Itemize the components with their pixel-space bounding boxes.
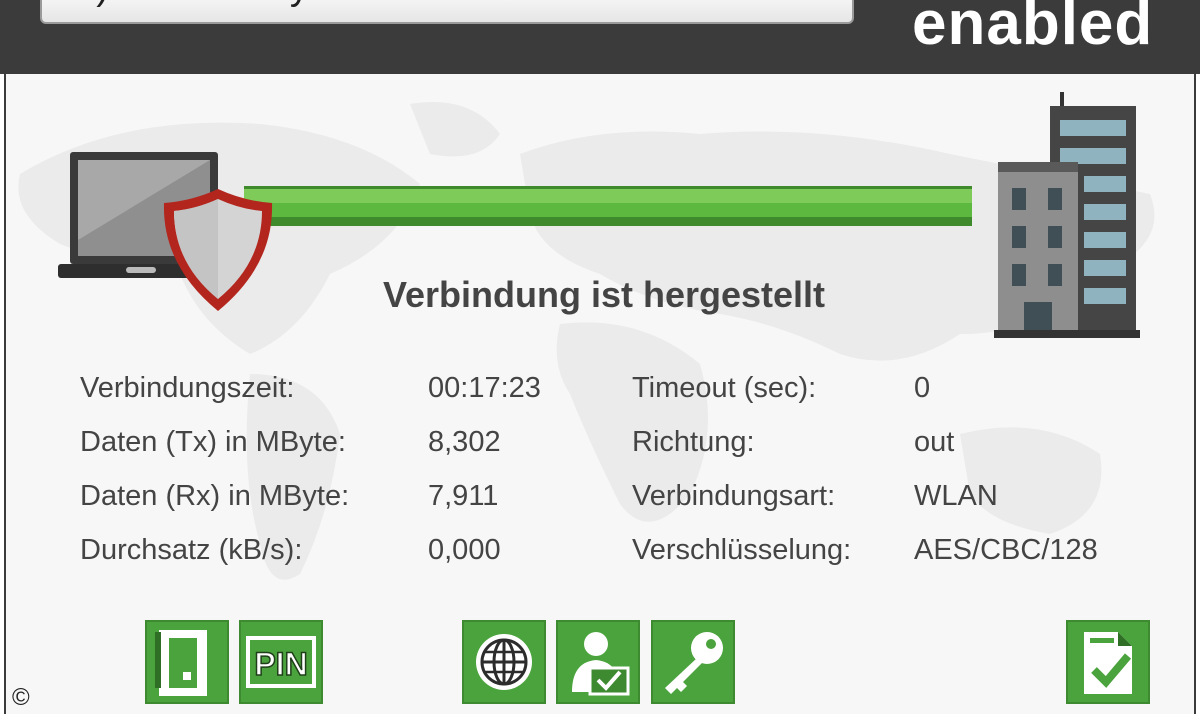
user-auth-button[interactable] [556, 620, 640, 704]
stat-label-throughput: Durchsatz (kB/s): [80, 534, 303, 566]
copyright-symbol: © [12, 684, 30, 711]
stat-label-timeout: Timeout (sec): [632, 372, 817, 404]
stat-label-connection-type: Verbindungsart: [632, 480, 836, 512]
user-check-icon [572, 632, 630, 696]
stat-label-encryption: Verschlüsselung: [632, 534, 852, 566]
stat-label-data-tx: Daten (Tx) in MByte: [80, 426, 346, 458]
key-icon [665, 632, 723, 694]
profile-select[interactable]: 02) NCP Always ▾ [40, 0, 854, 24]
pin-icon: PIN [246, 636, 316, 688]
device-icon [155, 630, 207, 696]
profile-select-label: 02) NCP Always [54, 0, 328, 9]
vpn-tunnel-bar [244, 186, 972, 226]
log-button[interactable] [1066, 620, 1150, 704]
stat-value-connection-type: WLAN [914, 480, 998, 512]
stat-value-direction: out [914, 426, 955, 458]
stat-label-connection-time: Verbindungszeit: [80, 372, 295, 404]
stat-value-data-tx: 8,302 [428, 426, 501, 458]
stat-value-timeout: 0 [914, 372, 931, 404]
status-enabled-text: enabled [912, 0, 1154, 58]
pin-label: PIN [254, 646, 307, 682]
document-check-icon [1084, 632, 1132, 694]
header-bar: 02) NCP Always ▾ enabled [0, 0, 1200, 74]
pin-button[interactable]: PIN [239, 620, 323, 704]
stat-value-encryption: AES/CBC/128 [914, 534, 1098, 566]
stat-value-throughput: 0,000 [428, 534, 501, 566]
stat-label-data-rx: Daten (Rx) in MByte: [80, 480, 350, 512]
device-button[interactable] [145, 620, 229, 704]
globe-icon [476, 634, 532, 690]
chevron-down-icon: ▾ [825, 0, 836, 2]
stat-label-direction: Richtung: [632, 426, 755, 458]
network-button[interactable] [462, 620, 546, 704]
stat-value-connection-time: 00:17:23 [428, 372, 541, 404]
certificate-button[interactable] [651, 620, 735, 704]
connection-status-text: Verbindung ist hergestellt [382, 274, 826, 315]
stat-value-data-rx: 7,911 [428, 480, 499, 512]
